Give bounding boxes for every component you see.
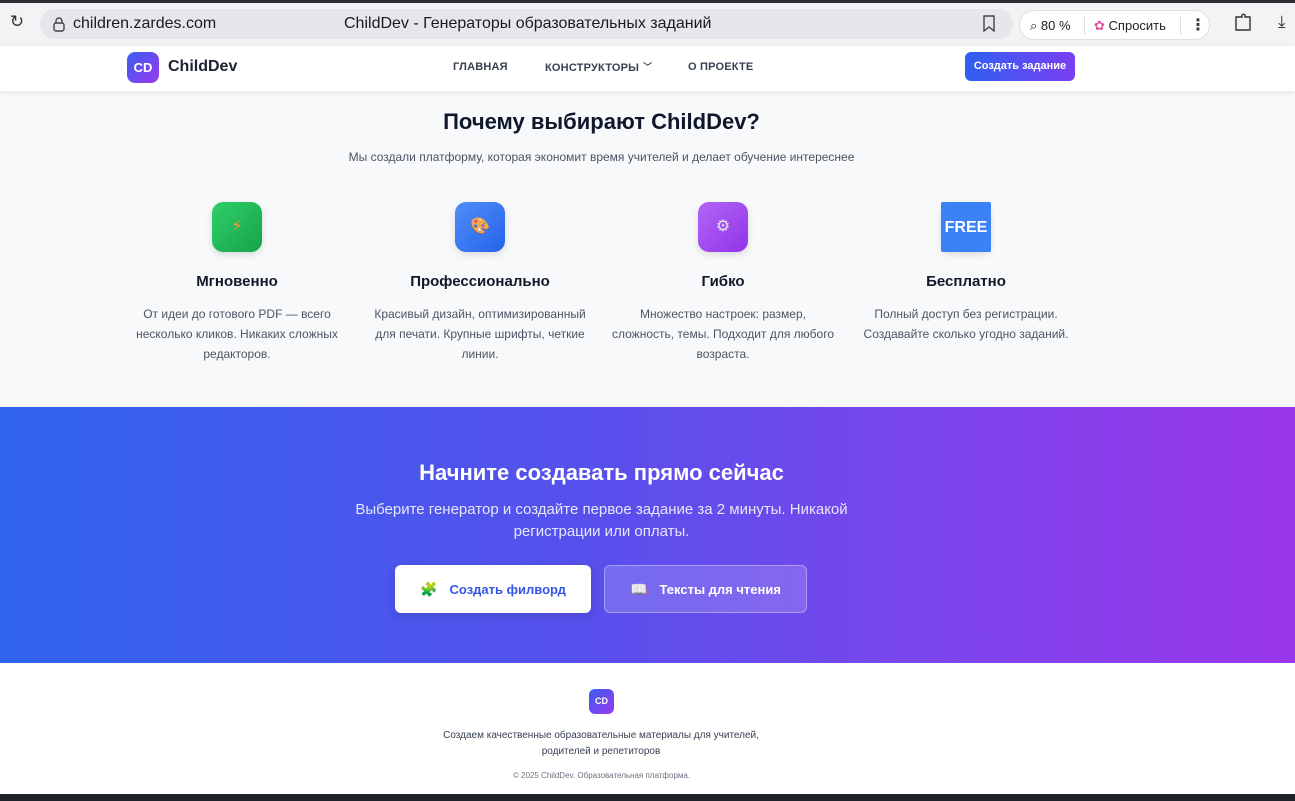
feature-text: От идеи до готового PDF — всего нескольк… (136, 307, 338, 361)
zoom-level: 80 % (1040, 18, 1071, 33)
download-icon[interactable]: ⤓ (1278, 12, 1286, 32)
feature-text: Множество настроек: размер, сложность, т… (611, 307, 835, 361)
zoom-button[interactable]: ⌕ 80 % (1030, 18, 1071, 34)
feature-card: ⚙ Гибко Множество настроек: размер, слож… (608, 202, 838, 364)
address-url[interactable]: children.zardes.com (73, 15, 216, 33)
feature-title: Профессионально (410, 273, 550, 290)
divider (1180, 17, 1181, 35)
chevron-down-icon: ﹀ (643, 62, 653, 72)
reading-texts-label: Тексты для чтения (659, 582, 781, 597)
site-header: CD ChildDev ГЛАВНАЯ КОНСТРУКТОРЫ ﹀ О ПРОЕ… (0, 46, 1295, 91)
nav-about[interactable]: О ПРОЕКТЕ (688, 61, 753, 73)
book-icon: 📖 (630, 581, 648, 597)
logo-badge[interactable]: CD (127, 52, 159, 83)
footer: CD Создаем качественные образовательные … (0, 663, 1295, 794)
feature-title: Мгновенно (196, 273, 278, 290)
free-icon: FREE (941, 202, 991, 252)
window-bottom-edge (0, 794, 1295, 801)
nav-builders-label: КОНСТРУКТОРЫ (545, 62, 640, 74)
ask-sparkle-icon: ✿ (1094, 18, 1105, 33)
more-icon[interactable]: ⋮ (1190, 15, 1206, 35)
lightning-icon: ⚡ (212, 202, 262, 252)
feature-text: Полный доступ без регистрации. Создавайт… (863, 307, 1069, 341)
cta-title: Начните создавать прямо сейчас (419, 460, 784, 485)
gear-icon: ⚙ (698, 202, 748, 252)
reading-texts-button[interactable]: 📖 Тексты для чтения (604, 565, 807, 613)
feature-card: FREE Бесплатно Полный доступ без регистр… (851, 202, 1081, 344)
ask-label: Спросить (1108, 18, 1166, 33)
zoom-icon: ⌕ (1030, 18, 1038, 33)
browser-toolbar: ↻ children.zardes.com ChildDev - Генерат… (0, 0, 1295, 46)
assistant-pill: ⌕ 80 % ✿ Спросить ⋮ (1019, 10, 1210, 40)
divider (1084, 17, 1085, 35)
palette-icon: 🎨 (455, 202, 505, 252)
feature-title: Бесплатно (926, 273, 1006, 290)
ask-button[interactable]: ✿ Спросить (1094, 18, 1166, 34)
feature-card: 🎨 Профессионально Красивый дизайн, оптим… (365, 202, 595, 364)
logo-text[interactable]: ChildDev (168, 58, 237, 76)
feature-card: ⚡ Мгновенно От идеи до готового PDF — вс… (122, 202, 352, 364)
cta-section: Начните создавать прямо сейчас Выберите … (0, 407, 1295, 663)
feature-title: Гибко (701, 273, 745, 290)
nav-home[interactable]: ГЛАВНАЯ (453, 61, 508, 73)
feature-text: Красивый дизайн, оптимизированный для пе… (374, 307, 586, 361)
features-title: Почему выбирают ChildDev? (443, 109, 760, 134)
features-section: Почему выбирают ChildDev? Мы создали пла… (0, 91, 1295, 407)
footer-logo[interactable]: CD (589, 689, 614, 714)
address-bar[interactable]: children.zardes.com ChildDev - Генератор… (40, 9, 1013, 39)
create-filword-button[interactable]: 🧩 Создать филворд (395, 565, 591, 613)
create-task-button[interactable]: Создать задание (965, 52, 1075, 81)
lock-icon (53, 17, 65, 32)
cta-subtitle: Выберите генератор и создайте первое зад… (355, 501, 848, 540)
bookmark-icon[interactable] (982, 15, 996, 32)
features-subtitle: Мы создали платформу, которая экономит в… (348, 150, 855, 164)
tab-page-title: ChildDev - Генераторы образовательных за… (344, 15, 712, 32)
reload-icon[interactable]: ↻ (8, 13, 26, 31)
footer-copyright: © 2025 ChildDev. Образовательная платфор… (512, 771, 691, 780)
puzzle-icon: 🧩 (420, 581, 438, 597)
nav-builders[interactable]: КОНСТРУКТОРЫ ﹀ (545, 61, 652, 74)
create-filword-label: Создать филворд (449, 582, 566, 597)
extensions-icon[interactable] (1233, 13, 1253, 33)
footer-description: Создаем качественные образовательные мат… (443, 730, 759, 757)
